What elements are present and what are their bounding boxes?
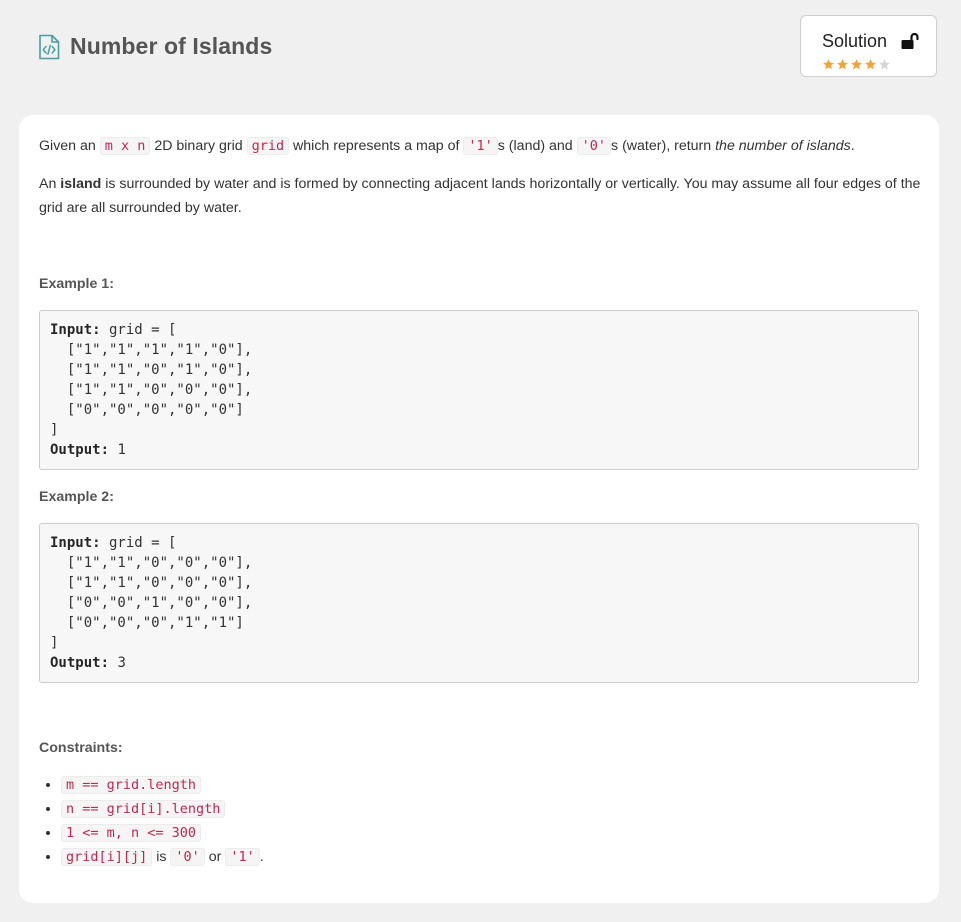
code-line: grid = [ (100, 535, 177, 551)
code-line: ["0","0","0","1","1"] (50, 615, 244, 631)
output-value: 3 (109, 655, 126, 671)
inline-code: '1' (225, 848, 260, 866)
description-text: s (land) and (497, 138, 577, 154)
emphasis-text: the number of islands (715, 138, 851, 154)
inline-code: n == grid[i].length (61, 800, 226, 818)
constraints-list: m == grid.length n == grid[i].length 1 <… (39, 773, 264, 869)
input-label: Input: (50, 322, 101, 338)
code-line: ] (50, 635, 59, 651)
description-paragraph-2: An island is surrounded by water and is … (39, 172, 924, 220)
problem-header: Number of Islands Solution (0, 0, 961, 110)
output-label: Output: (50, 655, 110, 671)
description-text: s (water), return (611, 138, 716, 154)
constraint-text: . (259, 849, 264, 865)
inline-code: 1 <= m, n <= 300 (61, 824, 202, 842)
rating-stars (822, 58, 892, 71)
description-text: Given an (39, 138, 100, 154)
constraint-text: is (152, 849, 171, 865)
example-2-code-block: Input: grid = [ ["1","1","0","0","0"], [… (39, 523, 919, 683)
strong-text: island (60, 176, 102, 192)
unlock-icon (901, 32, 919, 49)
example-1-title: Example 1: (39, 276, 114, 292)
constraint-item: 1 <= m, n <= 300 (61, 821, 264, 845)
code-file-icon (39, 34, 60, 59)
description-text: . (850, 138, 855, 154)
input-label: Input: (50, 535, 101, 551)
description-text: An (39, 176, 61, 192)
code-line: grid = [ (100, 322, 177, 338)
inline-code: grid[i][j] (61, 848, 153, 866)
code-line: ["1","1","1","1","0"], (50, 342, 253, 358)
constraint-item: n == grid[i].length (61, 797, 264, 821)
inline-code: '0' (576, 137, 612, 155)
code-line: ["1","1","0","0","0"], (50, 555, 253, 571)
inline-code: m == grid.length (61, 776, 202, 794)
solution-button[interactable]: Solution (800, 15, 937, 77)
example-2-title: Example 2: (39, 489, 114, 505)
output-value: 1 (109, 442, 126, 458)
example-1-code-block: Input: grid = [ ["1","1","1","1","0"], [… (39, 310, 919, 470)
code-line: ] (50, 422, 59, 438)
inline-code: '1' (463, 137, 498, 155)
inline-code: '0' (170, 848, 205, 866)
inline-code: m x n (99, 137, 151, 155)
code-line: ["1","1","0","0","0"], (50, 575, 253, 591)
constraints-title: Constraints: (39, 740, 123, 756)
title-wrap: Number of Islands (38, 33, 272, 60)
code-line: ["1","1","0","1","0"], (50, 362, 253, 378)
star-filled-icon (823, 59, 834, 70)
inline-code: grid (246, 137, 290, 155)
description-text: which represents a map of (289, 138, 464, 154)
constraint-item: m == grid.length (61, 773, 264, 797)
constraint-item: grid[i][j] is '0' or '1'. (61, 845, 264, 869)
page-title: Number of Islands (70, 33, 273, 59)
problem-description-card: Given an m x n 2D binary grid grid which… (19, 115, 939, 903)
star-filled-icon (865, 59, 876, 70)
solution-label: Solution (822, 31, 888, 51)
description-paragraph-1: Given an m x n 2D binary grid grid which… (39, 134, 924, 158)
code-line: ["0","0","1","0","0"], (50, 595, 253, 611)
code-line: ["1","1","0","0","0"], (50, 382, 253, 398)
star-filled-icon (837, 59, 848, 70)
description-text: 2D binary grid (150, 138, 247, 154)
star-empty-icon (879, 59, 890, 70)
star-filled-icon (851, 59, 862, 70)
constraint-text: or (204, 849, 226, 865)
description-text: is surrounded by water and is formed by … (39, 176, 921, 216)
output-label: Output: (50, 442, 110, 458)
code-line: ["0","0","0","0","0"] (50, 402, 244, 418)
